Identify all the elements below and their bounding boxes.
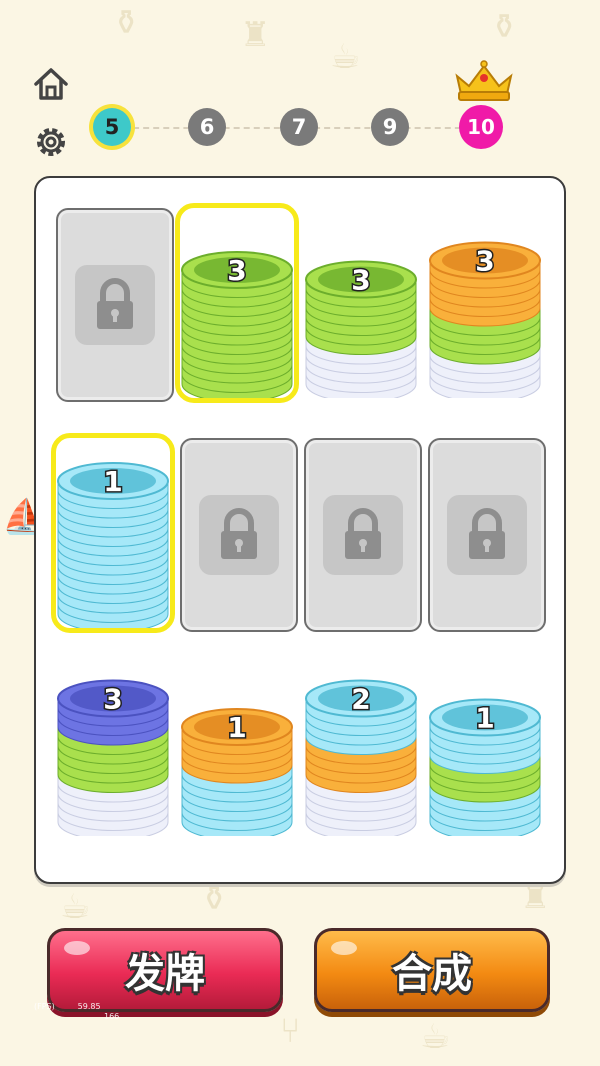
plate-stack[interactable]: 1	[180, 646, 294, 836]
plate-column: 1	[429, 698, 541, 836]
button-shine	[331, 941, 357, 955]
home-icon[interactable]	[31, 64, 71, 104]
level-node-current: 5	[93, 108, 131, 146]
button-shine	[64, 941, 90, 955]
locked-slot[interactable]	[180, 438, 298, 632]
level-node: 6	[188, 108, 226, 146]
lock-icon	[447, 495, 527, 575]
plate-column: 1	[181, 708, 293, 836]
plate-stack[interactable]: 1	[428, 646, 542, 836]
plate-column: 3	[429, 241, 541, 398]
plate-column: 3	[181, 251, 293, 398]
locked-slot[interactable]	[304, 438, 422, 632]
plate-column: 3	[57, 679, 169, 836]
stack-count-label: 1	[103, 465, 122, 498]
background-doodle-pot-icon: ⚱	[200, 879, 229, 919]
stack-count-label: 1	[475, 702, 494, 735]
deal-button[interactable]: 发牌	[47, 928, 283, 1012]
background-doodle-chair-icon: ♜	[520, 877, 551, 917]
locked-slot[interactable]	[428, 438, 546, 632]
merge-button-label: 合成	[392, 951, 472, 997]
fps-label: (FPS)	[34, 1002, 55, 1011]
deal-button-label: 发牌	[125, 951, 205, 997]
background-doodle-cup-icon: ☕	[420, 1017, 451, 1057]
stack-count-label: 1	[227, 711, 246, 744]
level-node: 9	[371, 108, 409, 146]
stack-count-label: 3	[351, 264, 370, 297]
plate-stack[interactable]: 3	[428, 208, 542, 398]
merge-button[interactable]: 合成	[314, 928, 550, 1012]
frame-count: 166	[104, 1012, 120, 1021]
plate-stack[interactable]: 2	[304, 646, 418, 836]
stack-count-label: 3	[103, 683, 122, 716]
locked-slot[interactable]	[56, 208, 174, 402]
background-doodle-fork-icon: ⑂	[280, 1011, 301, 1051]
game-board: 3 3 3 1 3 1 2 1	[34, 176, 566, 884]
lock-icon	[199, 495, 279, 575]
level-progress: 5 6 7 9 10	[93, 103, 511, 153]
lock-icon	[75, 265, 155, 345]
plate-column: 2	[305, 679, 417, 836]
fps-overlay: (FPS) 59.85 166	[34, 1002, 119, 1022]
background-doodle-cup-icon: ☕	[330, 37, 361, 77]
crown-icon	[453, 58, 515, 102]
plate-stack[interactable]: 1	[51, 433, 175, 633]
plate-column: 1	[57, 462, 169, 628]
fps-value: 59.85	[77, 1002, 101, 1011]
plate-stack[interactable]: 3	[304, 208, 418, 398]
plate-stack[interactable]: 3	[175, 203, 299, 403]
level-node-goal: 10	[459, 105, 503, 149]
gear-icon[interactable]	[31, 122, 71, 162]
stack-count-label: 3	[227, 254, 246, 287]
background-doodle-pot-icon: ⚱	[490, 7, 519, 47]
background-doodle-chair-icon: ♜	[240, 15, 271, 55]
plate-stack[interactable]: 3	[56, 646, 170, 836]
stack-count-label: 2	[351, 683, 370, 716]
background-doodle-pot-icon: ☕	[60, 887, 91, 927]
stack-count-label: 3	[475, 245, 494, 278]
level-node: 7	[280, 108, 318, 146]
plate-column: 3	[305, 260, 417, 398]
background-doodle-bottle-icon: ⚱	[112, 3, 141, 43]
lock-icon	[323, 495, 403, 575]
